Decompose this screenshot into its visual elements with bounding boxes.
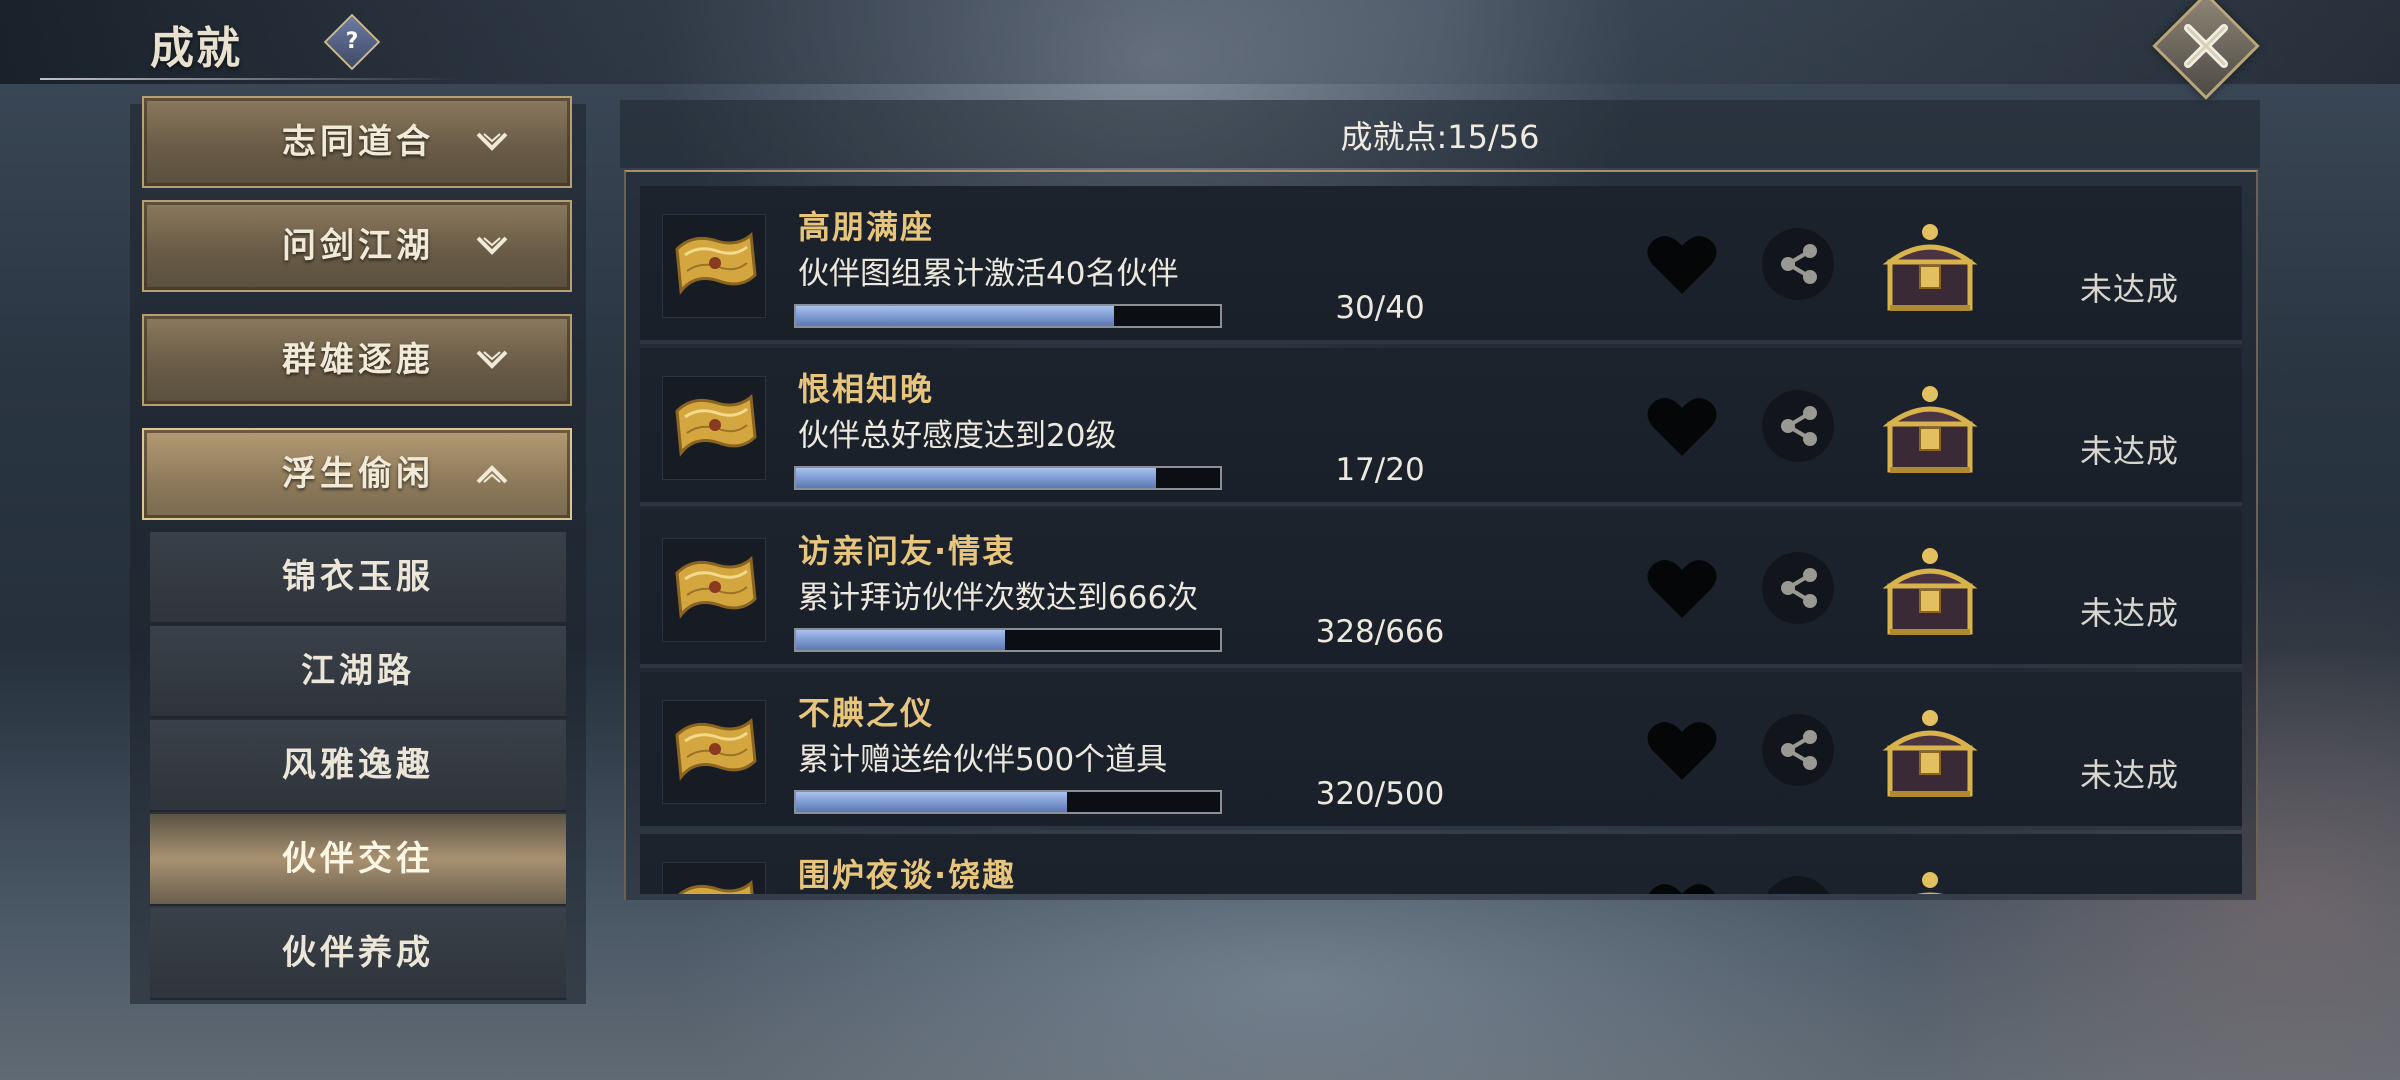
progress-text: 17/20 [1335,452,1425,488]
share-icon[interactable] [1762,876,1834,894]
achievement-status: 未达成 [2080,756,2180,794]
achievement-description: 伙伴图组累计激活40名伙伴 [798,256,1179,292]
scroll-icon [662,376,766,480]
category-label: 问剑江湖 [282,226,434,266]
progress-bar [794,304,1222,328]
subitem-huobanyangcheng[interactable]: 伙伴养成 [150,908,566,1000]
achievement-description: 累计赠送给伙伴500个道具 [798,742,1168,778]
progress-fill [796,792,1068,812]
progress-fill [796,630,1005,650]
achievement-row: 围炉夜谈·饶趣 [640,834,2242,894]
achievement-name: 恨相知晚 [798,370,935,408]
subitem-fengyayiqu[interactable]: 风雅逸趣 [150,720,566,812]
heart-icon[interactable] [1644,394,1720,460]
subitem-huobanjiaowang[interactable]: 伙伴交往 [150,814,566,906]
scroll-icon [662,214,766,318]
progress-text: 328/666 [1315,614,1445,650]
progress-fill [796,306,1114,326]
share-icon[interactable] [1762,390,1834,462]
achievement-row: 不腆之仪 累计赠送给伙伴500个道具 320/500 未达成 [640,672,2242,830]
treasure-chest-icon[interactable] [1878,866,1982,894]
scroll-icon [662,862,766,894]
progress-bar [794,628,1222,652]
share-icon[interactable] [1762,714,1834,786]
heart-icon[interactable] [1644,556,1720,622]
subitem-jinyiyufu[interactable]: 锦衣玉服 [150,532,566,624]
help-glyph: ? [345,29,359,54]
heart-icon[interactable] [1644,718,1720,784]
scroll-icon [662,700,766,804]
treasure-chest-icon[interactable] [1878,218,1982,322]
heart-icon[interactable] [1644,232,1720,298]
achievement-row: 访亲问友·情衷 累计拜访伙伴次数达到666次 328/666 未达成 [640,510,2242,668]
category-fushengtouxian[interactable]: 浮生偷闲 [142,428,572,520]
progress-bar [794,466,1222,490]
achievement-name: 访亲问友·情衷 [798,532,1017,570]
chevron-down-icon [476,236,508,255]
chevron-down-icon [476,350,508,369]
category-label: 志同道合 [282,122,434,162]
achievement-name: 不腆之仪 [798,694,935,732]
achievement-status: 未达成 [2080,594,2180,632]
progress-text: 320/500 [1315,776,1445,812]
achievement-name: 围炉夜谈·饶趣 [798,856,1017,894]
achievement-name: 高朋满座 [798,208,935,246]
achievement-row: 恨相知晚 伙伴总好感度达到20级 17/20 未达成 [640,348,2242,506]
achievement-points: 成就点:15/56 [1340,118,1540,156]
header-divider [40,78,460,80]
category-label: 浮生偷闲 [282,454,434,494]
category-wenjianjianghu[interactable]: 问剑江湖 [142,200,572,292]
category-label: 群雄逐鹿 [282,340,434,380]
treasure-chest-icon[interactable] [1878,542,1982,646]
chevron-down-icon [476,132,508,151]
achievement-list[interactable]: 高朋满座 伙伴图组累计激活40名伙伴 30/40 未达成 恨相知晚 伙伴总好感度… [640,186,2242,894]
share-icon[interactable] [1762,228,1834,300]
achievement-description: 伙伴总好感度达到20级 [798,418,1117,454]
achievement-status: 未达成 [2080,432,2180,470]
progress-bar [794,790,1222,814]
achievement-description: 累计拜访伙伴次数达到666次 [798,580,1199,616]
page-title: 成就 [150,23,242,74]
heart-icon[interactable] [1644,880,1720,894]
achievement-status: 未达成 [2080,270,2180,308]
progress-fill [796,468,1157,488]
achievement-row: 高朋满座 伙伴图组累计激活40名伙伴 30/40 未达成 [640,186,2242,344]
treasure-chest-icon[interactable] [1878,704,1982,808]
share-icon[interactable] [1762,552,1834,624]
category-qunxiongzhulu[interactable]: 群雄逐鹿 [142,314,572,406]
treasure-chest-icon[interactable] [1878,380,1982,484]
subitem-jianghulu[interactable]: 江湖路 [150,626,566,718]
close-x-icon [2184,24,2228,69]
chevron-up-icon [476,465,508,484]
category-zhitongdaohe[interactable]: 志同道合 [142,96,572,188]
progress-text: 30/40 [1335,290,1425,326]
scroll-icon [662,538,766,642]
